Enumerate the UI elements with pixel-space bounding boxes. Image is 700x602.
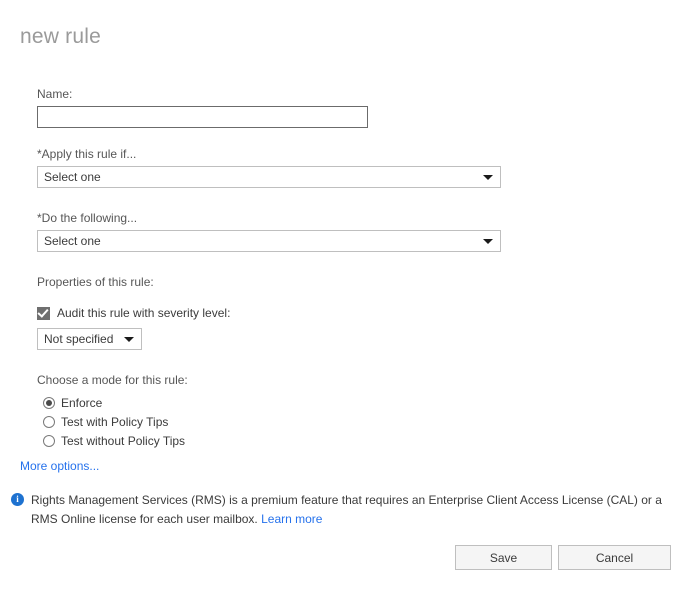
apply-rule-dropdown[interactable]: Select one	[37, 166, 501, 188]
button-bar: Save Cancel	[455, 545, 671, 570]
radio-test-with-policy-tips[interactable]	[43, 415, 55, 428]
severity-level-dropdown[interactable]: Not specified	[37, 328, 142, 350]
radio-test-without-policy-tips[interactable]	[43, 434, 55, 447]
learn-more-link[interactable]: Learn more	[261, 512, 322, 526]
mode-label-test-with-tips: Test with Policy Tips	[61, 414, 169, 429]
mode-option-test-with-tips[interactable]: Test with Policy Tips	[43, 412, 677, 431]
chevron-down-icon	[124, 337, 134, 342]
chevron-down-icon	[483, 239, 493, 244]
info-banner-text: Rights Management Services (RMS) is a pr…	[31, 491, 676, 529]
checkmark-icon	[37, 305, 49, 318]
rule-form: Name: *Apply this rule if... Select one …	[37, 86, 677, 450]
page-title: new rule	[20, 25, 101, 48]
more-options-link[interactable]: More options...	[20, 458, 99, 474]
info-banner: i Rights Management Services (RMS) is a …	[11, 491, 676, 529]
properties-label: Properties of this rule:	[37, 275, 154, 289]
mode-label: Choose a mode for this rule:	[37, 373, 188, 387]
mode-label-test-without-tips: Test without Policy Tips	[61, 433, 186, 448]
cancel-button[interactable]: Cancel	[558, 545, 671, 570]
apply-rule-label: *Apply this rule if...	[37, 147, 137, 161]
audit-checkbox[interactable]	[37, 305, 50, 320]
mode-label-enforce: Enforce	[61, 395, 103, 410]
mode-option-enforce[interactable]: Enforce	[43, 393, 677, 412]
mode-option-test-without-tips[interactable]: Test without Policy Tips	[43, 431, 677, 450]
audit-checkbox-row: Audit this rule with severity level:	[37, 304, 677, 322]
info-icon: i	[11, 493, 24, 506]
info-message: Rights Management Services (RMS) is a pr…	[31, 493, 662, 526]
name-label: Name:	[37, 87, 73, 101]
radio-enforce[interactable]	[43, 396, 55, 409]
audit-checkbox-label: Audit this rule with severity level:	[57, 306, 231, 320]
do-following-label: *Do the following...	[37, 211, 138, 225]
apply-rule-value: Select one	[44, 170, 101, 184]
save-button[interactable]: Save	[455, 545, 552, 570]
name-input[interactable]	[37, 106, 368, 128]
chevron-down-icon	[483, 175, 493, 180]
severity-level-value: Not specified	[44, 332, 114, 346]
do-following-dropdown[interactable]: Select one	[37, 230, 501, 252]
do-following-value: Select one	[44, 234, 101, 248]
